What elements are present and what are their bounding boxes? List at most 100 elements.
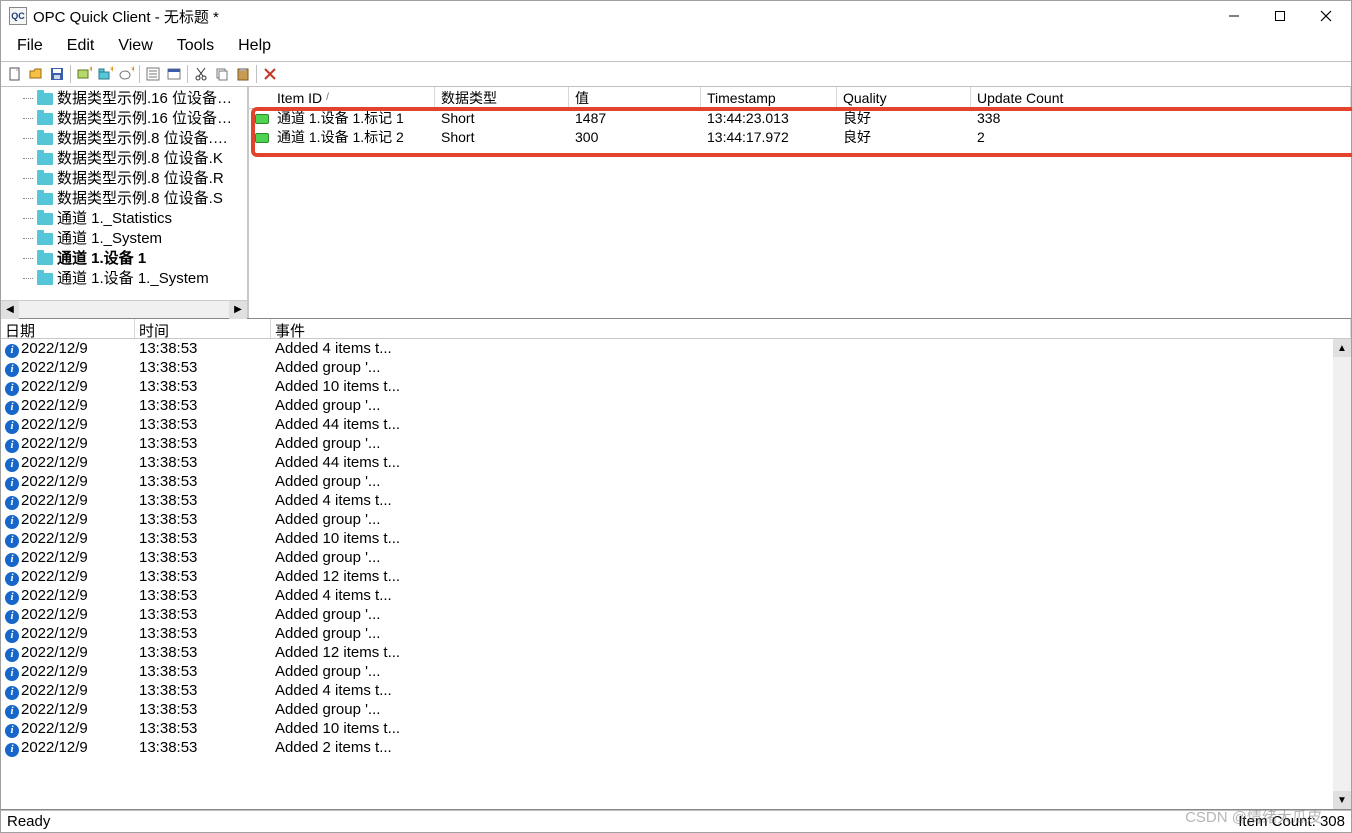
log-rows[interactable]: i2022/12/913:38:53Added 4 items t...i202… [1, 339, 1351, 757]
log-row[interactable]: i2022/12/913:38:53Added group '... [1, 548, 1351, 567]
menu-file[interactable]: File [5, 33, 55, 59]
log-row[interactable]: i2022/12/913:38:53Added 4 items t... [1, 681, 1351, 700]
log-row[interactable]: i2022/12/913:38:53Added group '... [1, 662, 1351, 681]
menu-view[interactable]: View [106, 33, 164, 59]
tree-item-label: 数据类型示例.16 位设备… [57, 89, 232, 109]
item-row[interactable]: 通道 1.设备 1.标记 2Short30013:44:17.972良好2 [249, 128, 1351, 147]
tree-content[interactable]: 数据类型示例.16 位设备…数据类型示例.16 位设备…数据类型示例.8 位设备… [1, 87, 247, 300]
folder-icon [37, 253, 53, 265]
tree-item-label: 数据类型示例.16 位设备… [57, 109, 232, 129]
cell-date: i2022/12/9 [1, 700, 135, 719]
cell-date: i2022/12/9 [1, 738, 135, 757]
item-row[interactable]: 通道 1.设备 1.标记 1Short148713:44:23.013良好338 [249, 109, 1351, 128]
maximize-button[interactable] [1257, 1, 1303, 31]
delete-icon[interactable] [260, 64, 280, 84]
save-file-icon[interactable] [47, 64, 67, 84]
cell-date: i2022/12/9 [1, 586, 135, 605]
log-row[interactable]: i2022/12/913:38:53Added group '... [1, 624, 1351, 643]
new-item-icon[interactable]: ✶ [116, 64, 136, 84]
log-row[interactable]: i2022/12/913:38:53Added group '... [1, 510, 1351, 529]
info-icon: i [5, 553, 19, 567]
minimize-button[interactable] [1211, 1, 1257, 31]
cell-event: Added group '... [271, 624, 1351, 643]
new-file-icon[interactable] [5, 64, 25, 84]
menu-edit[interactable]: Edit [55, 33, 107, 59]
info-icon: i [5, 743, 19, 757]
col-item-id[interactable]: Item ID/ [271, 87, 435, 108]
col-timestamp[interactable]: Timestamp [701, 87, 837, 108]
log-row[interactable]: i2022/12/913:38:53Added 44 items t... [1, 415, 1351, 434]
cell-quality: 良好 [837, 109, 971, 128]
log-row[interactable]: i2022/12/913:38:53Added group '... [1, 605, 1351, 624]
cell-time: 13:38:53 [135, 548, 271, 567]
tree-item[interactable]: 数据类型示例.16 位设备… [19, 89, 247, 109]
info-icon: i [5, 401, 19, 415]
browse-icon[interactable] [164, 64, 184, 84]
log-row[interactable]: i2022/12/913:38:53Added group '... [1, 396, 1351, 415]
cell-time: 13:38:53 [135, 662, 271, 681]
cell-item-id: 通道 1.设备 1.标记 2 [271, 128, 435, 147]
tree-item[interactable]: 数据类型示例.8 位设备.S [19, 189, 247, 209]
close-button[interactable] [1303, 1, 1349, 31]
scroll-up-icon[interactable]: ▲ [1333, 339, 1351, 357]
tree-pane: 数据类型示例.16 位设备…数据类型示例.16 位设备…数据类型示例.8 位设备… [1, 87, 249, 318]
tree-item[interactable]: 数据类型示例.8 位设备.K [19, 149, 247, 169]
open-file-icon[interactable] [26, 64, 46, 84]
svg-text:✶: ✶ [88, 66, 92, 74]
cell-time: 13:38:53 [135, 719, 271, 738]
cell-event: Added 44 items t... [271, 415, 1351, 434]
col-value[interactable]: 值 [569, 87, 701, 108]
tree-item[interactable]: 数据类型示例.8 位设备.R [19, 169, 247, 189]
col-quality[interactable]: Quality [837, 87, 971, 108]
tree-item[interactable]: 通道 1.设备 1 [19, 249, 247, 269]
tree-item[interactable]: 通道 1._System [19, 229, 247, 249]
tree-item[interactable]: 通道 1.设备 1._System [19, 269, 247, 289]
tree-item[interactable]: 数据类型示例.16 位设备… [19, 109, 247, 129]
log-row[interactable]: i2022/12/913:38:53Added 4 items t... [1, 339, 1351, 358]
cell-event: Added 10 items t... [271, 529, 1351, 548]
menu-tools[interactable]: Tools [165, 33, 226, 59]
col-event[interactable]: 事件 [271, 319, 1351, 338]
cell-event: Added group '... [271, 605, 1351, 624]
log-row[interactable]: i2022/12/913:38:53Added 12 items t... [1, 567, 1351, 586]
new-server-icon[interactable]: ✶ [74, 64, 94, 84]
log-row[interactable]: i2022/12/913:38:53Added group '... [1, 700, 1351, 719]
cell-time: 13:38:53 [135, 415, 271, 434]
tree-item-label: 通道 1.设备 1._System [57, 269, 209, 289]
col-date[interactable]: 日期 [1, 319, 135, 338]
log-row[interactable]: i2022/12/913:38:53Added 4 items t... [1, 586, 1351, 605]
col-time[interactable]: 时间 [135, 319, 271, 338]
cell-event: Added 10 items t... [271, 377, 1351, 396]
properties-icon[interactable] [143, 64, 163, 84]
log-row[interactable]: i2022/12/913:38:53Added 4 items t... [1, 491, 1351, 510]
scroll-right-icon[interactable]: ▶ [229, 301, 247, 319]
paste-icon[interactable] [233, 64, 253, 84]
col-update-count[interactable]: Update Count [971, 87, 1351, 108]
log-row[interactable]: i2022/12/913:38:53Added group '... [1, 472, 1351, 491]
tree-item[interactable]: 通道 1._Statistics [19, 209, 247, 229]
log-v-scrollbar[interactable]: ▲ ▼ [1333, 339, 1351, 809]
log-row[interactable]: i2022/12/913:38:53Added 10 items t... [1, 377, 1351, 396]
new-group-icon[interactable]: ✶ [95, 64, 115, 84]
menubar: File Edit View Tools Help [1, 31, 1351, 61]
log-row[interactable]: i2022/12/913:38:53Added 10 items t... [1, 719, 1351, 738]
scroll-left-icon[interactable]: ◀ [1, 301, 19, 319]
cell-update-count: 338 [971, 109, 1351, 128]
tree-item[interactable]: 数据类型示例.8 位设备.… [19, 129, 247, 149]
cut-icon[interactable] [191, 64, 211, 84]
menu-help[interactable]: Help [226, 33, 283, 59]
cell-event: Added 2 items t... [271, 738, 1351, 757]
log-row[interactable]: i2022/12/913:38:53Added group '... [1, 358, 1351, 377]
log-row[interactable]: i2022/12/913:38:53Added 10 items t... [1, 529, 1351, 548]
scroll-down-icon[interactable]: ▼ [1333, 791, 1351, 809]
log-row[interactable]: i2022/12/913:38:53Added 12 items t... [1, 643, 1351, 662]
folder-icon [37, 153, 53, 165]
log-row[interactable]: i2022/12/913:38:53Added 2 items t... [1, 738, 1351, 757]
items-rows[interactable]: 通道 1.设备 1.标记 1Short148713:44:23.013良好338… [249, 109, 1351, 147]
col-data-type[interactable]: 数据类型 [435, 87, 569, 108]
log-row[interactable]: i2022/12/913:38:53Added group '... [1, 434, 1351, 453]
copy-icon[interactable] [212, 64, 232, 84]
tree-h-scrollbar[interactable]: ◀ ▶ [1, 300, 247, 318]
cell-data-type: Short [435, 128, 569, 147]
log-row[interactable]: i2022/12/913:38:53Added 44 items t... [1, 453, 1351, 472]
